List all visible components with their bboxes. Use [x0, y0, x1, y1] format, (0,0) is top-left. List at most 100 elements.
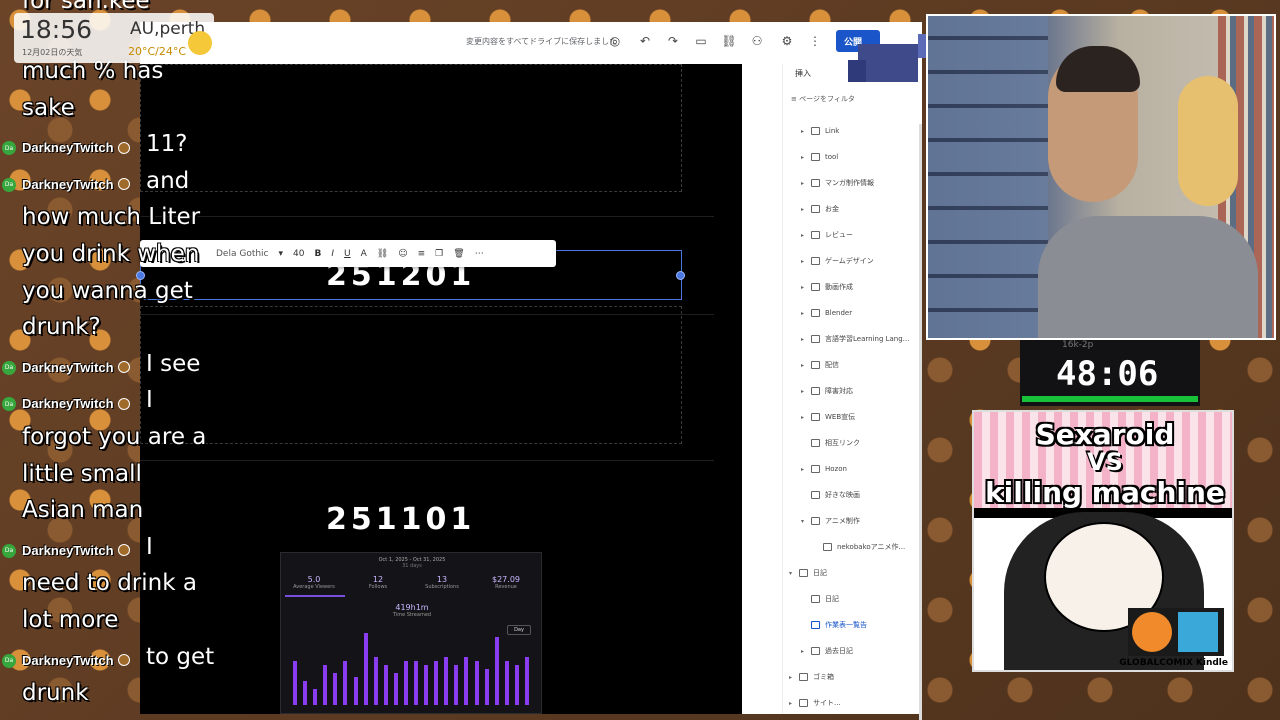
sidebar-page-item[interactable]: 日記	[801, 592, 839, 606]
page-icon	[811, 413, 820, 421]
sidebar-page-label: 言語学習Learning Lang...	[825, 335, 910, 343]
sidebar-page-item[interactable]: 作業表一覧告	[801, 618, 867, 632]
page-icon	[811, 283, 820, 291]
align-icon[interactable]: ≡	[418, 249, 426, 259]
copy-icon[interactable]: ❐	[435, 249, 443, 259]
italic-icon[interactable]: I	[331, 249, 334, 259]
settings-gear-icon[interactable]: ⚙	[778, 32, 796, 50]
sidebar-page-item[interactable]: 相互リンク	[801, 436, 860, 450]
resize-handle-right[interactable]	[676, 271, 685, 280]
share-icon[interactable]: ⚇	[748, 32, 766, 50]
chevron-right-icon[interactable]: ▸	[801, 128, 811, 135]
sidebar-page-item[interactable]: ▸ 動画作成	[801, 280, 853, 294]
chevron-down-icon[interactable]: ▾	[801, 518, 811, 525]
chat-message-text: drunk?	[22, 314, 101, 341]
font-size-select[interactable]: 40	[293, 249, 304, 259]
stat-value: $27.09	[492, 575, 520, 584]
chevron-right-icon[interactable]: ▸	[789, 674, 799, 681]
chevron-right-icon[interactable]: ▸	[801, 258, 811, 265]
stats-bar	[504, 661, 509, 705]
sidebar-scrollbar[interactable]	[919, 124, 922, 720]
page-icon	[811, 517, 820, 525]
chevron-down-icon[interactable]: ▾	[279, 249, 284, 259]
emoji-icon[interactable]: ☺	[398, 249, 407, 259]
insert-tab[interactable]: 挿入	[795, 68, 811, 79]
chevron-right-icon[interactable]: ▸	[801, 180, 811, 187]
preview-icon[interactable]: ◎	[606, 32, 624, 50]
bold-icon[interactable]: B	[315, 249, 322, 259]
sidebar-page-item[interactable]: ▸ 障害対応	[801, 384, 853, 398]
shelf-background	[928, 16, 1048, 338]
sidebar-page-item[interactable]: ▸ お金	[801, 202, 839, 216]
sidebar-page-item[interactable]: ▸ マンガ制作情報	[801, 176, 874, 190]
chat-message-text: little small	[22, 460, 142, 487]
sidebar-page-item[interactable]: ▾ アニメ制作	[801, 514, 860, 528]
filter-label: ページをフィルタ	[799, 95, 855, 103]
sidebar-page-item[interactable]: 好きな映画	[801, 488, 860, 502]
more-horiz-icon[interactable]: ⋯	[475, 249, 484, 259]
stats-bar	[353, 677, 358, 705]
heading-text-251101[interactable]: 251101	[326, 502, 475, 537]
sidebar-page-item[interactable]: ▸ Hozon	[801, 462, 847, 476]
chat-username: DarkneyTwitch	[22, 140, 130, 155]
user-emote-icon	[117, 141, 130, 154]
sidebar-page-item[interactable]: ▸ 過去日記	[801, 644, 853, 658]
sidebar-page-item[interactable]: ▸ レビュー	[801, 228, 853, 242]
page-icon	[811, 205, 820, 213]
sidebar-page-item[interactable]: nekobakoアニメ作...	[813, 540, 905, 554]
sidebar-page-item[interactable]: ▸ サイト...	[789, 696, 841, 710]
cover-title-line2: VS	[1087, 448, 1123, 476]
chevron-right-icon[interactable]: ▸	[801, 648, 811, 655]
streamer-body	[1038, 216, 1258, 338]
stats-bar	[363, 633, 368, 705]
more-vert-icon[interactable]: ⋮	[806, 32, 824, 50]
chevron-right-icon[interactable]: ▸	[801, 154, 811, 161]
user-emote-icon	[117, 544, 130, 557]
stats-bar	[373, 657, 378, 705]
pages-sidebar: 挿入 ≡ ページをフィルタ ▸ Link ▸ tool ▸ マンガ制作情報 ▸ お金 ▸ レビュー…	[782, 64, 922, 720]
chevron-right-icon[interactable]: ▸	[801, 336, 811, 343]
sidebar-page-label: nekobakoアニメ作...	[837, 543, 906, 551]
stat-label: Revenue	[495, 584, 517, 590]
clock-weather-widget: 18:56 AU,perth 12月02日の天気 20°C/24°C	[14, 13, 214, 63]
chevron-right-icon[interactable]: ▸	[801, 414, 811, 421]
chevron-down-icon[interactable]: ▾	[789, 570, 799, 577]
chevron-right-icon[interactable]: ▸	[801, 284, 811, 291]
sun-icon	[188, 31, 212, 55]
sidebar-page-item[interactable]: ▸ 配信	[801, 358, 839, 372]
sidebar-page-item[interactable]: ▸ ゴミ箱	[789, 670, 834, 684]
sidebar-page-item[interactable]: ▸ ゲームデザイン	[801, 254, 874, 268]
link-icon[interactable]: ⛓	[377, 249, 388, 259]
sidebar-page-label: tool	[825, 153, 839, 161]
redo-icon[interactable]: ↷	[664, 32, 682, 50]
sidebar-page-item[interactable]: ▾ 日記	[789, 566, 827, 580]
chat-message-text: 11?	[146, 131, 188, 158]
chevron-right-icon[interactable]: ▸	[801, 232, 811, 239]
text-color-icon[interactable]: A	[361, 249, 367, 259]
sidebar-page-item[interactable]: ▸ Blender	[801, 306, 852, 320]
chevron-right-icon[interactable]: ▸	[801, 310, 811, 317]
chat-user-badge: Da	[2, 653, 16, 668]
chevron-right-icon[interactable]: ▸	[801, 466, 811, 473]
chat-message-text: need to drink a	[22, 570, 197, 597]
delete-icon[interactable]: 🗑	[453, 249, 464, 259]
chevron-right-icon[interactable]: ▸	[789, 700, 799, 707]
sidebar-page-item[interactable]: ▸ tool	[801, 150, 838, 164]
link-icon[interactable]: ⛓	[720, 32, 738, 50]
chevron-right-icon[interactable]: ▸	[801, 388, 811, 395]
page-filter[interactable]: ≡ ページをフィルタ	[791, 94, 855, 104]
chevron-right-icon[interactable]: ▸	[801, 362, 811, 369]
chevron-right-icon[interactable]: ▸	[801, 206, 811, 213]
stats-bar	[333, 673, 338, 705]
underline-icon[interactable]: U	[344, 249, 351, 259]
sidebar-page-item[interactable]: ▸ 言語学習Learning Lang...	[801, 332, 909, 346]
sidebar-page-label: Blender	[825, 309, 853, 317]
chat-message-text: you wanna get	[22, 277, 193, 304]
sidebar-page-label: レビュー	[825, 231, 853, 239]
stats-bar	[454, 665, 459, 705]
sidebar-page-item[interactable]: ▸ WEB宣伝	[801, 410, 855, 424]
undo-icon[interactable]: ↶	[636, 32, 654, 50]
user-emote-icon	[117, 654, 130, 667]
sidebar-page-item[interactable]: ▸ Link	[801, 124, 839, 138]
device-preview-icon[interactable]: ▭	[692, 32, 710, 50]
